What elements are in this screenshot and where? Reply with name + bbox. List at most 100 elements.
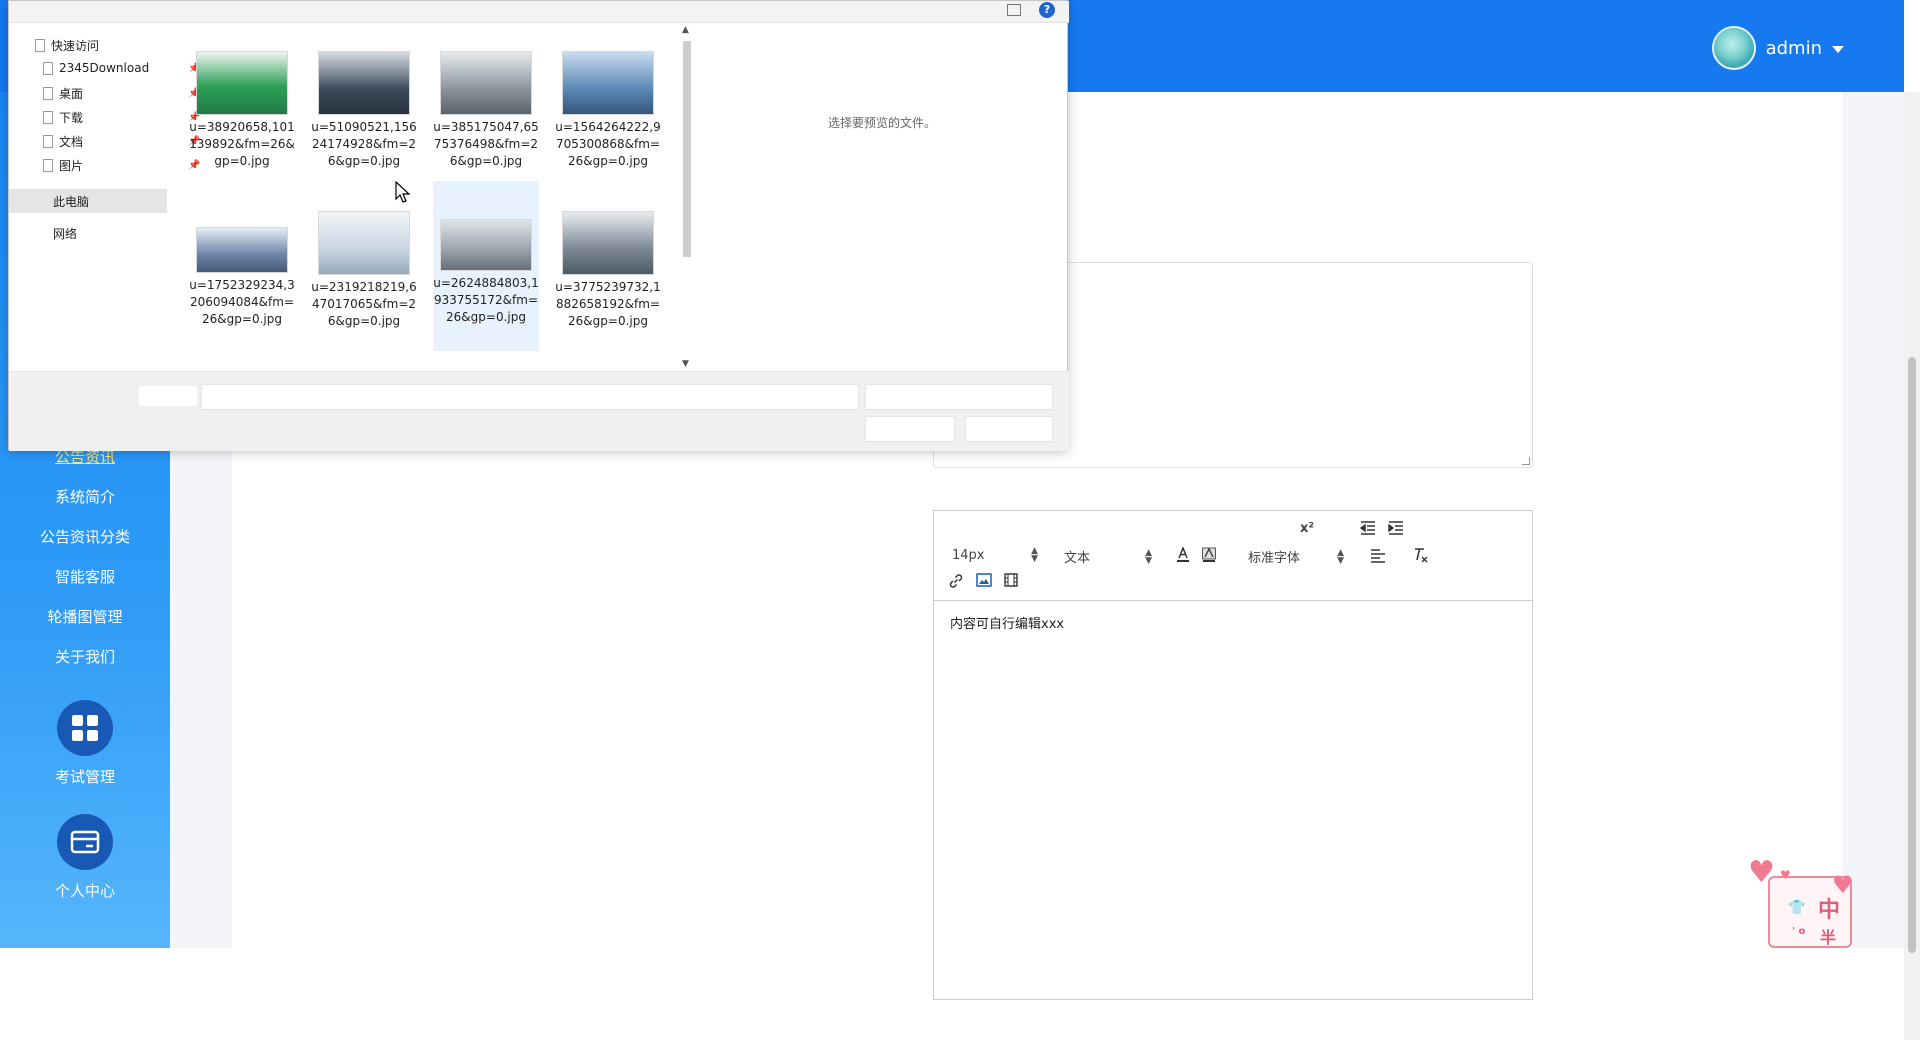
scrollbar-thumb[interactable] — [683, 41, 691, 257]
font-size-value: 14px — [952, 547, 985, 563]
card-icon — [57, 814, 113, 870]
editor-toolbar: x² 14px ▲ ▼ 文本 ▲ ▼ 标准字体 ▲ ▼ — [934, 511, 1532, 601]
nav-quick-access[interactable]: 快速访问 — [35, 37, 99, 54]
file-name: u=2319218219,647017065&fm=26&gp=0.jpg — [311, 280, 417, 328]
link-button[interactable] — [948, 573, 964, 589]
folder-icon — [43, 111, 53, 124]
nav-item-pictures[interactable]: 图片 📌 — [43, 157, 200, 174]
nav-label: 图片 — [59, 159, 84, 173]
file-name: u=385175047,6575376498&fm=26&gp=0.jpg — [433, 120, 539, 168]
file-item[interactable]: u=38920658,101139892&fm=26&gp=0.jpg — [189, 43, 295, 170]
image-button[interactable] — [976, 573, 992, 587]
grid-icon — [57, 700, 113, 756]
scroll-up-icon[interactable]: ▲ — [682, 25, 689, 35]
titlebar-controls: ? — [1007, 2, 1055, 18]
outdent-button[interactable] — [1360, 521, 1376, 535]
file-item[interactable]: u=3775239732,1882658192&fm=26&gp=0.jpg — [555, 203, 661, 330]
outdent-icon — [1360, 521, 1375, 535]
sidebar-item-system-intro[interactable]: 系统简介 — [0, 486, 170, 507]
file-name: u=2624884803,1933755172&fm=26&gp=0.jpg — [433, 276, 539, 324]
sidebar-item-carousel[interactable]: 轮播图管理 — [0, 606, 170, 627]
file-thumbnail — [562, 51, 654, 115]
sidebar-item-about-us[interactable]: 关于我们 — [0, 646, 170, 667]
heart-icon: ♥ — [1780, 868, 1791, 882]
dialog-titlebar: ? — [9, 1, 1069, 23]
dialog-bottom-bar — [9, 371, 1069, 451]
folder-icon — [35, 39, 45, 52]
indent-button[interactable] — [1388, 521, 1404, 535]
folder-icon — [43, 135, 53, 148]
nav-network[interactable]: 网络 — [53, 225, 77, 242]
nav-item-documents[interactable]: 文档 📌 — [43, 133, 200, 150]
image-icon — [976, 573, 992, 587]
background-color-button[interactable] — [1202, 547, 1216, 563]
file-type-select[interactable] — [865, 384, 1053, 410]
navigation-pane: 快速访问 2345Download 📌 桌面 📌 下载 📌 文档 📌 图片 📌 此电脑 网… — [9, 23, 200, 371]
font-color-button[interactable] — [1176, 547, 1190, 563]
block-format-select[interactable]: 文本 ▲ ▼ — [1064, 547, 1152, 566]
file-item-selected[interactable]: u=2624884803,1933755172&fm=26&gp=0.jpg — [433, 181, 539, 351]
align-button[interactable] — [1370, 549, 1386, 563]
indent-icon — [1388, 521, 1403, 535]
nav-item-2345download[interactable]: 2345Download 📌 — [43, 61, 200, 75]
nav-this-pc[interactable]: 此电脑 — [53, 193, 89, 210]
nav-label: 文档 — [59, 135, 84, 149]
nav-item-downloads[interactable]: 下载 📌 — [43, 109, 200, 126]
avatar[interactable] — [1711, 26, 1756, 70]
file-name: u=3775239732,1882658192&fm=26&gp=0.jpg — [555, 280, 661, 328]
file-thumbnail — [196, 51, 288, 115]
file-name: u=1752329234,3206094084&fm=26&gp=0.jpg — [189, 278, 295, 326]
file-item[interactable]: u=2319218219,647017065&fm=26&gp=0.jpg — [311, 203, 417, 330]
font-color-icon — [1177, 547, 1189, 562]
nav-label: 下载 — [59, 111, 84, 125]
resize-handle[interactable] — [1522, 457, 1530, 465]
video-button[interactable] — [1004, 573, 1018, 587]
file-item[interactable]: u=1564264222,9705300868&fm=26&gp=0.jpg — [555, 43, 661, 170]
stamp-char: 中 — [1818, 898, 1841, 923]
editor-content[interactable]: 内容可自行编辑xxx — [934, 601, 1532, 644]
file-grid: u=38920658,101139892&fm=26&gp=0.jpg u=51… — [167, 23, 679, 371]
preview-pane-icon[interactable] — [1007, 4, 1021, 16]
clear-format-button[interactable] — [1412, 547, 1428, 563]
updown-icon: ▲ ▼ — [1031, 546, 1038, 564]
help-icon[interactable]: ? — [1039, 2, 1055, 18]
stamp-char: 半 — [1820, 928, 1837, 947]
font-size-select[interactable]: 14px ▲ ▼ — [952, 546, 1038, 564]
scrollbar-thumb[interactable] — [1908, 357, 1916, 953]
file-thumbnail — [318, 211, 410, 275]
stamp-decoration: ♥ ♥ ♥ 👕 中 ' o 半 — [1740, 856, 1870, 948]
file-thumbnail — [318, 51, 410, 115]
module-personal-center[interactable]: 个人中心 — [0, 814, 170, 901]
file-item[interactable]: u=1752329234,3206094084&fm=26&gp=0.jpg — [189, 203, 295, 326]
file-thumbnail — [562, 211, 654, 275]
file-item[interactable]: u=51090521,15624174928&fm=26&gp=0.jpg — [311, 43, 417, 170]
heart-icon: ♥ — [1748, 855, 1775, 890]
chevron-down-icon[interactable] — [1832, 45, 1844, 53]
sidebar-item-news-category[interactable]: 公告资讯分类 — [0, 526, 170, 547]
scroll-down-icon[interactable]: ▼ — [682, 359, 689, 369]
sidebar-item-smart-service[interactable]: 智能客服 — [0, 566, 170, 587]
updown-icon: ▲ ▼ — [1337, 547, 1344, 566]
updown-icon: ▲ ▼ — [1145, 547, 1152, 566]
module-label: 个人中心 — [54, 882, 115, 900]
module-label: 考试管理 — [54, 768, 115, 786]
font-family-value: 标准字体 — [1248, 551, 1301, 566]
module-exam-management[interactable]: 考试管理 — [0, 700, 170, 787]
file-item[interactable]: u=385175047,6575376498&fm=26&gp=0.jpg — [433, 43, 539, 170]
file-thumbnail — [440, 51, 532, 115]
nav-item-desktop[interactable]: 桌面 📌 — [43, 85, 200, 102]
font-family-select[interactable]: 标准字体 ▲ ▼ — [1248, 547, 1344, 566]
file-grid-scrollbar[interactable]: ▲ ▼ — [679, 23, 695, 371]
link-icon — [949, 574, 963, 588]
file-thumbnail — [196, 227, 288, 273]
filename-input[interactable] — [201, 384, 859, 410]
user-menu[interactable]: admin — [1711, 26, 1844, 70]
open-button[interactable] — [865, 416, 955, 442]
username[interactable]: admin — [1766, 38, 1822, 59]
superscript-button[interactable]: x² — [1300, 521, 1314, 536]
file-name: u=1564264222,9705300868&fm=26&gp=0.jpg — [555, 120, 661, 168]
video-icon — [1004, 573, 1018, 587]
nav-label: 快速访问 — [51, 39, 100, 53]
cancel-button[interactable] — [965, 416, 1053, 442]
page-scrollbar[interactable] — [1904, 92, 1920, 1040]
